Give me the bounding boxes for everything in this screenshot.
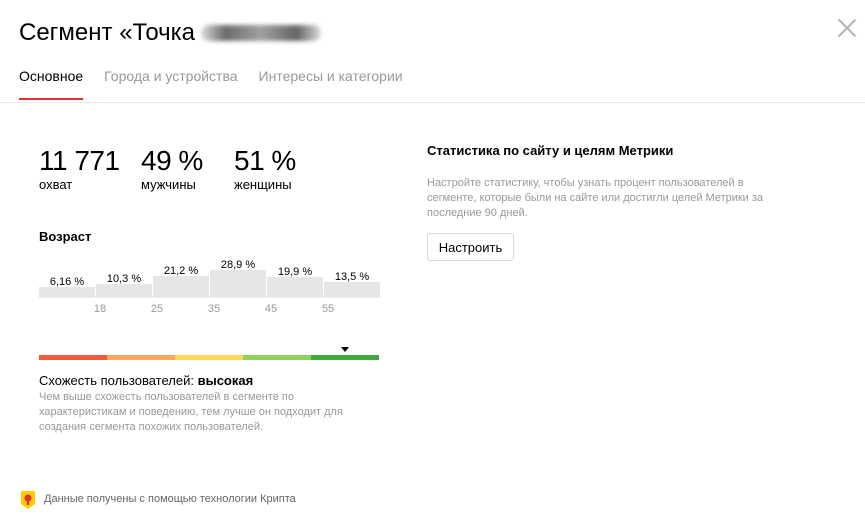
- similarity-title: Схожесть пользователей: высокая: [39, 373, 253, 388]
- metric-reach-label: охват: [39, 177, 73, 192]
- footer-text: Данные получены с помощью технологии Кри…: [44, 493, 296, 505]
- age-bar-group: 19,9 %: [267, 255, 323, 297]
- age-bar: [324, 281, 380, 297]
- age-bar-group: 13,5 %: [324, 255, 380, 297]
- tab-cities-devices[interactable]: Города и устройства: [104, 68, 237, 100]
- crypta-logo-icon: [21, 491, 35, 509]
- age-bar-label: 19,9 %: [277, 265, 313, 278]
- age-bar: [210, 270, 266, 297]
- similarity-label: Схожесть пользователей:: [39, 373, 194, 388]
- configure-button[interactable]: Настроить: [427, 233, 514, 261]
- metric-women-label: женщины: [234, 177, 292, 192]
- metrika-stats-description: Настройте статистику, чтобы узнать проце…: [427, 177, 764, 219]
- age-axis: [39, 297, 381, 298]
- similarity-segment: [243, 355, 311, 360]
- tab-bar: Основное Города и устройства Интересы и …: [19, 68, 424, 100]
- redacted-segment-name: [201, 25, 322, 41]
- metric-men: 49 % мужчины: [141, 145, 203, 192]
- age-bar-group: 21,2 %: [153, 255, 209, 297]
- age-bar-group: 10,3 %: [96, 255, 152, 297]
- age-bar-label: 6,16 %: [49, 276, 85, 289]
- segment-title: Сегмент «Точка: [19, 19, 322, 47]
- similarity-segment: [39, 355, 107, 360]
- similarity-marker-icon: [341, 347, 349, 352]
- age-bar: [153, 275, 209, 297]
- age-tick: 18: [93, 303, 107, 315]
- age-bar-label: 28,9 %: [220, 259, 256, 271]
- age-bar: [96, 284, 152, 297]
- tab-main[interactable]: Основное: [19, 68, 84, 100]
- metric-men-value: 49 %: [141, 145, 203, 176]
- similarity-value: высокая: [197, 373, 254, 388]
- age-bar-group: 28,9 %: [210, 255, 266, 297]
- age-tick: 35: [207, 303, 221, 315]
- age-bar-label: 13,5 %: [334, 270, 370, 283]
- age-tick: 55: [321, 303, 335, 315]
- metric-men-label: мужчины: [141, 177, 196, 192]
- age-bar: [39, 287, 95, 297]
- metric-reach-value: 11 771: [39, 145, 120, 176]
- age-bar-label: 10,3 %: [106, 273, 142, 286]
- metric-women: 51 % женщины: [234, 145, 296, 192]
- age-chart: 6,16 % 10,3 % 21,2 % 28,9 % 19,9 % 13,5 %: [39, 255, 381, 297]
- metric-women-value: 51 %: [234, 145, 296, 176]
- similarity-segment: [311, 355, 379, 360]
- close-icon[interactable]: [837, 18, 857, 38]
- age-bar-label: 21,2 %: [163, 264, 199, 277]
- age-tick: 45: [264, 303, 278, 315]
- similarity-segment: [175, 355, 243, 360]
- metrika-stats-title: Статистика по сайту и целям Метрики: [427, 143, 674, 158]
- segment-title-text: Сегмент «Точка: [19, 19, 196, 46]
- similarity-scale: [39, 355, 379, 360]
- age-title: Возраст: [39, 229, 92, 244]
- tab-interests-categories[interactable]: Интересы и категории: [259, 68, 403, 100]
- metric-reach: 11 771 охват: [39, 145, 120, 192]
- age-bar: [267, 276, 323, 297]
- age-bar-group: 6,16 %: [39, 255, 95, 297]
- tabs-divider: [0, 102, 865, 103]
- similarity-description: Чем выше схожесть пользователей в сегмен…: [39, 391, 343, 433]
- age-tick: 25: [150, 303, 164, 315]
- similarity-segment: [107, 355, 175, 360]
